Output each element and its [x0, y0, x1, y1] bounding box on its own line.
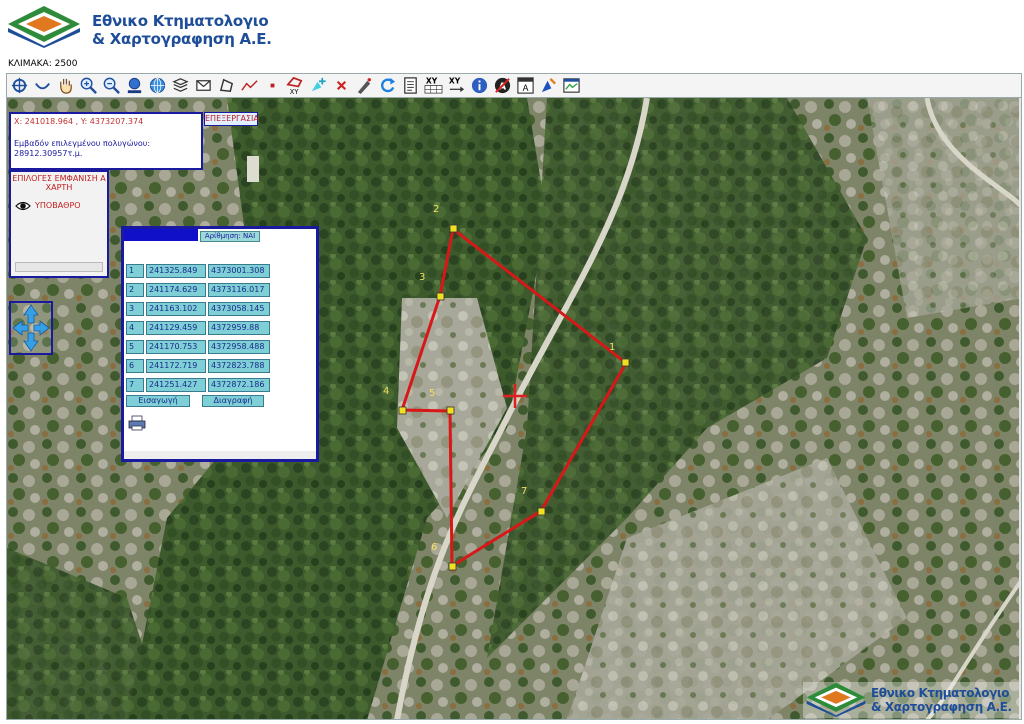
scale-value: 2500 [54, 59, 78, 69]
layers-scrollbar[interactable] [15, 262, 103, 272]
vertex-y-field[interactable]: 4372959.88 [208, 321, 270, 335]
measure-icon[interactable]: A [492, 75, 513, 96]
vertex-x-field[interactable]: 241163.102 [146, 302, 206, 316]
vertex-y-field[interactable]: 4373116.017 [208, 283, 270, 297]
map-window-icon[interactable] [561, 75, 582, 96]
polygon-xy-icon[interactable]: XY [285, 75, 306, 96]
vertex-index: 4 [126, 321, 144, 335]
base-layer-toggle[interactable]: ΥΠΟΒΑΘΡΟ [35, 201, 81, 210]
panel-scrollbar[interactable] [124, 451, 316, 459]
delete-button[interactable]: Διαγραφή [202, 395, 264, 407]
vertex-label: 7 [521, 486, 528, 497]
panel-header-tab [124, 229, 198, 241]
edit-vertex-icon[interactable] [354, 75, 375, 96]
numbering-toggle[interactable]: Αρίθμηση: ΝΑΙ [200, 231, 260, 242]
polyline-icon[interactable] [239, 75, 260, 96]
vertex-index: 7 [126, 378, 144, 392]
locate-icon[interactable] [538, 75, 559, 96]
vertex-x-field[interactable]: 241174.629 [146, 283, 206, 297]
map-scrollbar[interactable] [1019, 98, 1021, 719]
vertex-x-field[interactable]: 241129.459 [146, 321, 206, 335]
pan-arrows-icon[interactable] [11, 303, 51, 353]
zoom-extent-icon[interactable] [9, 75, 30, 96]
pan-control [9, 301, 53, 355]
header: Εθνικο Κτηματολογιο & Χαρτογραφηση Α.Ε. [0, 0, 1024, 58]
lasso-icon[interactable] [32, 75, 53, 96]
vertex-label: 2 [433, 204, 440, 215]
zoom-out-icon[interactable] [101, 75, 122, 96]
refresh-icon[interactable] [377, 75, 398, 96]
label-a-icon[interactable]: A [515, 75, 536, 96]
logo-emblem-icon [806, 682, 866, 717]
svg-text:A: A [523, 84, 529, 94]
brand-line-1: Εθνικο Κτηματολογιο [92, 12, 269, 30]
vertex-x-field[interactable]: 241170.753 [146, 340, 206, 354]
svg-text:XY: XY [449, 77, 461, 86]
pan-hand-icon[interactable] [55, 75, 76, 96]
map-display-options: ΕΠΙΛΟΓΕΣ ΕΜΦΑΝΙΣΗ Α ΧΑΡΤΗ ΥΠΟΒΑΘΡΟ [9, 170, 109, 278]
vertex-index: 6 [126, 359, 144, 373]
map-toolbar: XY XY XY A A [6, 73, 1022, 98]
zoom-previous-icon[interactable] [124, 75, 145, 96]
info-icon[interactable] [469, 75, 490, 96]
xy-goto-icon[interactable]: XY [446, 75, 467, 96]
vertex-row: 4 241129.459 4372959.88 [126, 321, 272, 335]
area-label: Εμβαδόν επιλεγμένου πολυγώνου: [14, 139, 151, 148]
vertex-row: 7 241251.427 4372872.186 [126, 378, 272, 392]
polygon-icon[interactable] [216, 75, 237, 96]
globe-icon[interactable] [147, 75, 168, 96]
vertex-row: 5 241170.753 4372958.488 [126, 340, 272, 354]
vertex-row: 6 241172.719 4372823.788 [126, 359, 272, 373]
insert-button[interactable]: Εισαγωγή [126, 395, 190, 407]
vertex-label: 4 [383, 386, 390, 397]
vertex-row: 3 241163.102 4373058.145 [126, 302, 272, 316]
layers-stack-icon[interactable] [170, 75, 191, 96]
vertex-label: 1 [609, 342, 616, 353]
brand-logo[interactable]: Εθνικο Κτηματολογιο & Χαρτογραφηση Α.Ε. [6, 4, 272, 50]
envelope-select-icon[interactable] [193, 75, 214, 96]
vertex-y-field[interactable]: 4373058.145 [208, 302, 270, 316]
logo-emblem-icon [8, 6, 80, 48]
panel-header: Αρίθμηση: ΝΑΙ [124, 229, 316, 243]
svg-text:XY: XY [426, 77, 438, 86]
brand-line-2: & Χαρτογραφηση Α.Ε. [92, 30, 272, 48]
vertex-index: 3 [126, 302, 144, 316]
svg-text:XY: XY [290, 88, 300, 95]
delete-x-icon[interactable] [331, 75, 352, 96]
brand-watermark: Εθνικο Κτηματολογιο & Χαρτογραφηση Α.Ε. [803, 678, 1021, 718]
scale-indicator: ΚΛΙΜΑΚΑ: 2500 [8, 59, 78, 69]
vertex-y-field[interactable]: 4373001.308 [208, 264, 270, 278]
vertex-y-field[interactable]: 4372958.488 [208, 340, 270, 354]
display-options-title: ΕΠΙΛΟΓΕΣ ΕΜΦΑΝΙΣΗ Α ΧΑΡΤΗ [12, 174, 106, 192]
area-value: 28912.30957τ.μ. [14, 149, 83, 158]
vertex-coordinates-panel: Αρίθμηση: ΝΑΙ 1 241325.849 4373001.308 2… [121, 226, 319, 462]
vertex-y-field[interactable]: 4372872.186 [208, 378, 270, 392]
xy-table-icon[interactable]: XY [423, 75, 444, 96]
vertex-add-icon[interactable] [308, 75, 329, 96]
zoom-in-icon[interactable] [78, 75, 99, 96]
document-list-icon[interactable] [400, 75, 421, 96]
cursor-coordinates: X: 241018.964 , Y: 4373207.374 [14, 117, 144, 126]
vertex-label: 6 [431, 542, 438, 553]
vertex-x-field[interactable]: 241251.427 [146, 378, 206, 392]
printer-icon[interactable] [128, 415, 146, 431]
vertex-row: 2 241174.629 4373116.017 [126, 283, 272, 297]
vertex-index: 1 [126, 264, 144, 278]
brand-line-2: & Χαρτογραφηση Α.Ε. [871, 700, 1012, 714]
eye-icon[interactable] [15, 200, 31, 212]
vertex-y-field[interactable]: 4372823.788 [208, 359, 270, 373]
vertex-label: 5 [429, 388, 436, 399]
edit-button[interactable]: ΕΠΕΞΕΡΓΑΣΙΑ [204, 112, 259, 126]
coordinate-readout: X: 241018.964 , Y: 4373207.374 Εμβαδόν ε… [9, 112, 203, 170]
vertex-index: 2 [126, 283, 144, 297]
point-icon[interactable] [262, 75, 283, 96]
map-canvas[interactable]: 1 2 3 4 5 6 7 X: 241018.964 , Y: 4373207… [6, 98, 1022, 720]
vertex-label: 3 [419, 272, 426, 283]
brand-line-1: Εθνικο Κτηματολογιο [871, 686, 1010, 700]
vertex-x-field[interactable]: 241325.849 [146, 264, 206, 278]
vertex-row: 1 241325.849 4373001.308 [126, 264, 272, 278]
vertex-index: 5 [126, 340, 144, 354]
vertex-x-field[interactable]: 241172.719 [146, 359, 206, 373]
scale-label: ΚΛΙΜΑΚΑ: [8, 59, 52, 69]
